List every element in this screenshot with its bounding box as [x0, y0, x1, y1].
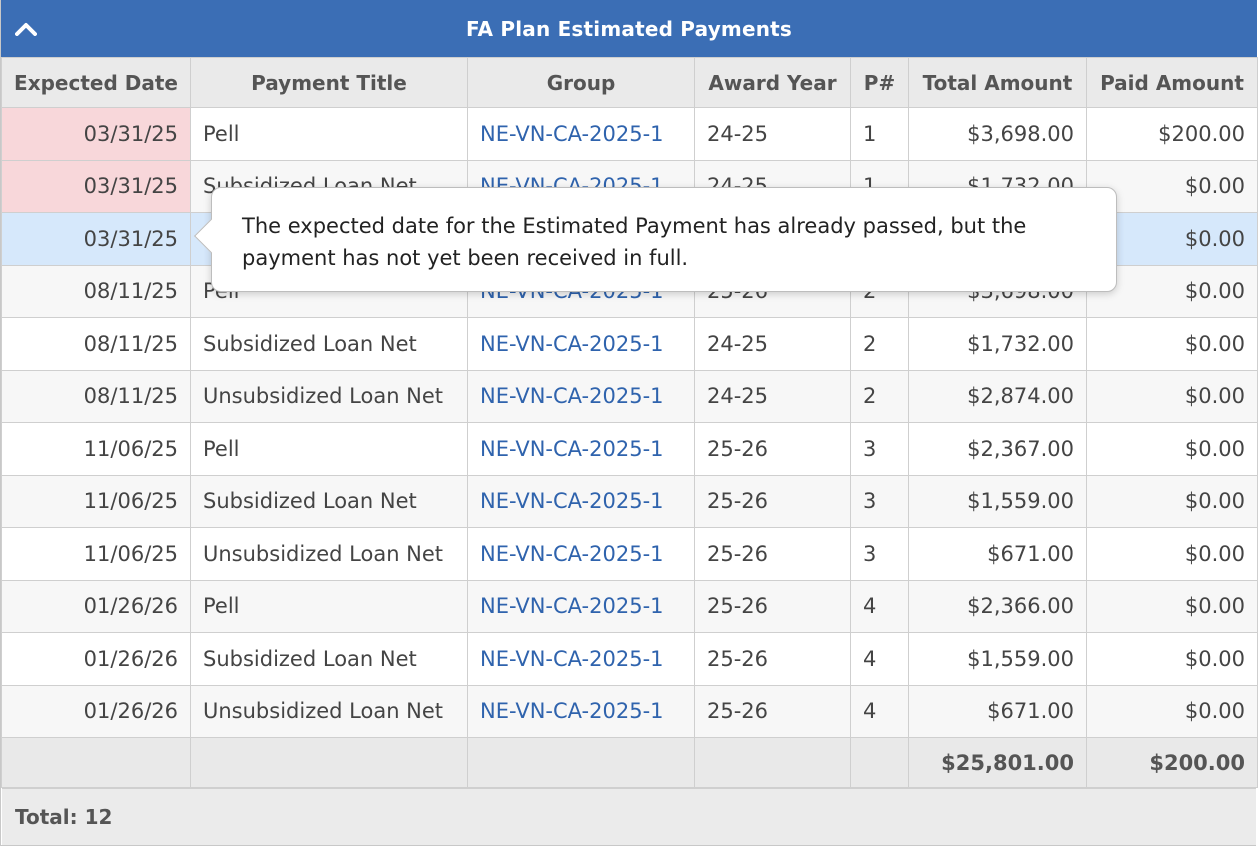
column-header-paid-amount[interactable]: Paid Amount	[1086, 57, 1258, 108]
total-amount-cell: $1,559.00	[908, 474, 1087, 528]
p-number-cell: 4	[850, 579, 909, 633]
payment-title-cell: Unsubsidized Loan Net	[190, 369, 468, 423]
expected-date-cell: 03/31/25	[1, 212, 191, 266]
payment-title-cell: Unsubsidized Loan Net	[190, 527, 468, 581]
award-year-cell: 25-26	[694, 579, 851, 633]
overdue-tooltip: The expected date for the Estimated Paym…	[194, 187, 1117, 292]
group-link[interactable]: NE-VN-CA-2025-1	[467, 579, 695, 633]
group-link[interactable]: NE-VN-CA-2025-1	[467, 684, 695, 738]
expected-date-cell: 08/11/25	[1, 264, 191, 318]
award-year-cell: 24-25	[694, 317, 851, 371]
paid-amount-cell: $0.00	[1086, 369, 1258, 423]
expected-date-cell: 01/26/26	[1, 632, 191, 686]
expected-date-cell: 11/06/25	[1, 527, 191, 581]
expected-date-cell: 03/31/25	[1, 159, 191, 213]
award-year-cell: 25-26	[694, 632, 851, 686]
expected-date-cell: 11/06/25	[1, 474, 191, 528]
award-year-cell: 25-26	[694, 684, 851, 738]
estimated-payments-panel: FA Plan Estimated Payments Expected Date…	[0, 0, 1258, 846]
totals-cell-empty	[850, 737, 909, 788]
expected-date-cell: 03/31/25	[1, 107, 191, 161]
expected-date-cell: 11/06/25	[1, 422, 191, 476]
total-amount-cell: $2,366.00	[908, 579, 1087, 633]
column-header-expected-date[interactable]: Expected Date	[1, 57, 191, 108]
chevron-up-icon[interactable]	[11, 14, 41, 44]
table-row[interactable]: 08/11/25 Unsubsidized Loan Net NE-VN-CA-20…	[1, 369, 1258, 423]
table-row[interactable]: 08/11/25 Subsidized Loan Net NE-VN-CA-2025…	[1, 317, 1258, 371]
total-amount-cell: $2,367.00	[908, 422, 1087, 476]
payment-title-cell: Pell	[190, 107, 468, 161]
p-number-cell: 3	[850, 527, 909, 581]
p-number-cell: 2	[850, 317, 909, 371]
award-year-cell: 24-25	[694, 369, 851, 423]
total-amount-cell: $3,698.00	[908, 107, 1087, 161]
table-row[interactable]: 01/26/26 Unsubsidized Loan Net NE-VN-CA-20…	[1, 684, 1258, 738]
total-amount-sum: $25,801.00	[908, 737, 1087, 788]
record-count: Total: 12	[2, 788, 1256, 845]
column-header-group[interactable]: Group	[467, 57, 695, 108]
p-number-cell: 4	[850, 632, 909, 686]
tooltip-text: The expected date for the Estimated Paym…	[242, 214, 1027, 270]
group-link[interactable]: NE-VN-CA-2025-1	[467, 527, 695, 581]
award-year-cell: 25-26	[694, 474, 851, 528]
payment-title-cell: Pell	[190, 422, 468, 476]
paid-amount-cell: $0.00	[1086, 684, 1258, 738]
group-link[interactable]: NE-VN-CA-2025-1	[467, 632, 695, 686]
table-header-row: Expected Date Payment Title Group Award …	[1, 57, 1258, 108]
p-number-cell: 3	[850, 422, 909, 476]
paid-amount-cell: $0.00	[1086, 632, 1258, 686]
column-header-award-year[interactable]: Award Year	[694, 57, 851, 108]
award-year-cell: 24-25	[694, 107, 851, 161]
panel-header: FA Plan Estimated Payments	[1, 0, 1257, 57]
paid-amount-cell: $200.00	[1086, 107, 1258, 161]
total-amount-cell: $1,559.00	[908, 632, 1087, 686]
table-row[interactable]: 11/06/25 Subsidized Loan Net NE-VN-CA-2025…	[1, 474, 1258, 528]
payment-title-cell: Subsidized Loan Net	[190, 474, 468, 528]
totals-cell-empty	[1, 737, 191, 788]
paid-amount-sum: $200.00	[1086, 737, 1258, 788]
totals-cell-empty	[467, 737, 695, 788]
table-row[interactable]: 03/31/25 Pell NE-VN-CA-2025-1 24-25 1 $3,698.…	[1, 107, 1258, 161]
expected-date-cell: 08/11/25	[1, 317, 191, 371]
group-link[interactable]: NE-VN-CA-2025-1	[467, 422, 695, 476]
table-totals-row: $25,801.00 $200.00	[1, 737, 1258, 788]
totals-cell-empty	[190, 737, 468, 788]
paid-amount-cell: $0.00	[1086, 317, 1258, 371]
p-number-cell: 4	[850, 684, 909, 738]
award-year-cell: 25-26	[694, 527, 851, 581]
table-row[interactable]: 01/26/26 Subsidized Loan Net NE-VN-CA-2025…	[1, 632, 1258, 686]
group-link[interactable]: NE-VN-CA-2025-1	[467, 474, 695, 528]
total-amount-cell: $1,732.00	[908, 317, 1087, 371]
panel-title: FA Plan Estimated Payments	[465, 16, 793, 41]
column-header-total-amount[interactable]: Total Amount	[908, 57, 1087, 108]
p-number-cell: 3	[850, 474, 909, 528]
paid-amount-cell: $0.00	[1086, 527, 1258, 581]
paid-amount-cell: $0.00	[1086, 579, 1258, 633]
expected-date-cell: 01/26/26	[1, 579, 191, 633]
paid-amount-cell: $0.00	[1086, 422, 1258, 476]
payment-title-cell: Unsubsidized Loan Net	[190, 684, 468, 738]
payment-title-cell: Subsidized Loan Net	[190, 632, 468, 686]
award-year-cell: 25-26	[694, 422, 851, 476]
totals-cell-empty	[694, 737, 851, 788]
total-amount-cell: $671.00	[908, 684, 1087, 738]
payment-title-cell: Subsidized Loan Net	[190, 317, 468, 371]
total-amount-cell: $2,874.00	[908, 369, 1087, 423]
expected-date-cell: 01/26/26	[1, 684, 191, 738]
table-row[interactable]: 01/26/26 Pell NE-VN-CA-2025-1 25-26 4 $2,366.…	[1, 579, 1258, 633]
total-amount-cell: $671.00	[908, 527, 1087, 581]
column-header-payment-title[interactable]: Payment Title	[190, 57, 468, 108]
table-row[interactable]: 11/06/25 Unsubsidized Loan Net NE-VN-CA-20…	[1, 527, 1258, 581]
payments-table: Expected Date Payment Title Group Award …	[1, 57, 1258, 788]
p-number-cell: 2	[850, 369, 909, 423]
payment-title-cell: Pell	[190, 579, 468, 633]
group-link[interactable]: NE-VN-CA-2025-1	[467, 317, 695, 371]
column-header-p-number[interactable]: P#	[850, 57, 909, 108]
expected-date-cell: 08/11/25	[1, 369, 191, 423]
paid-amount-cell: $0.00	[1086, 474, 1258, 528]
p-number-cell: 1	[850, 107, 909, 161]
group-link[interactable]: NE-VN-CA-2025-1	[467, 107, 695, 161]
group-link[interactable]: NE-VN-CA-2025-1	[467, 369, 695, 423]
table-row[interactable]: 11/06/25 Pell NE-VN-CA-2025-1 25-26 3 $2,367.…	[1, 422, 1258, 476]
